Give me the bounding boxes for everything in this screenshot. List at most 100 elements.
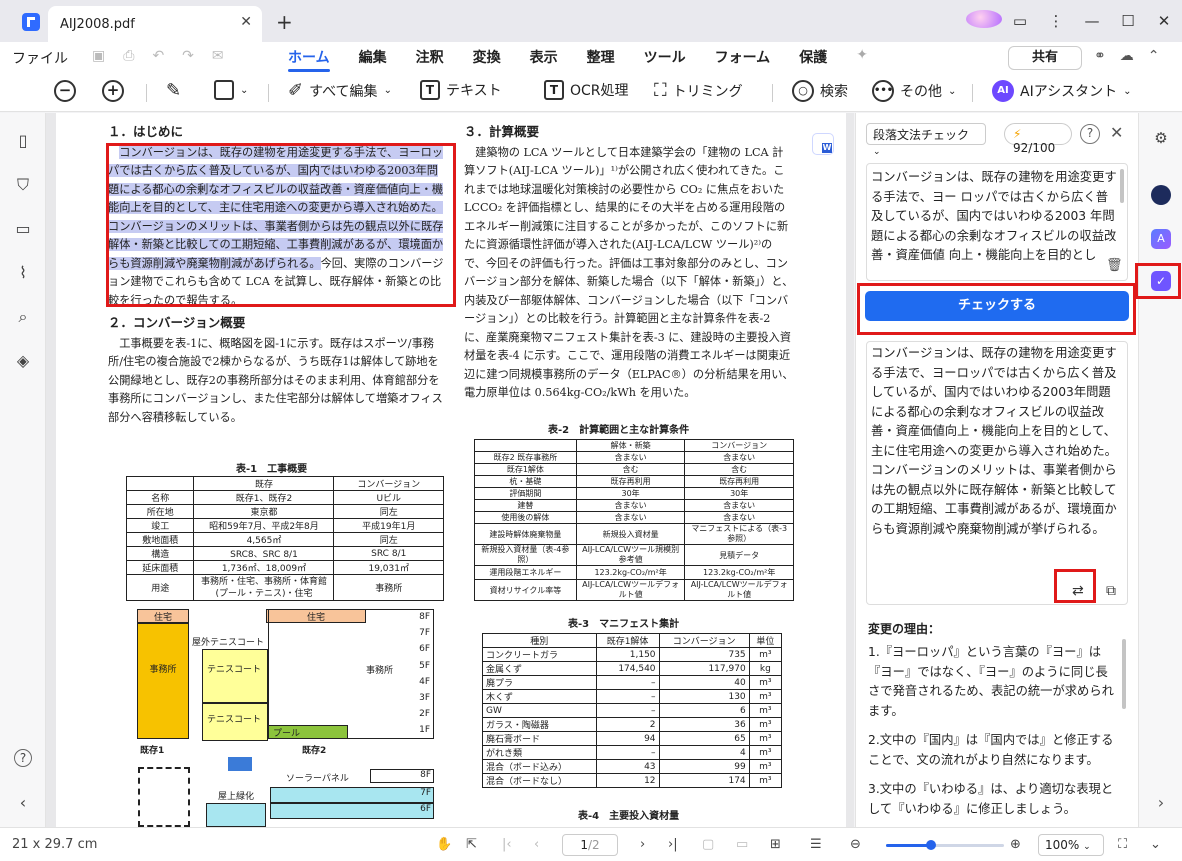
share-button[interactable]: 共有 xyxy=(1008,46,1082,70)
scroll-mode-icon[interactable]: ☰ xyxy=(810,837,822,852)
next-page-icon[interactable]: › xyxy=(640,837,645,852)
input-textarea[interactable]: コンバージョンは、既存の建物を用途変更する手法で、ヨー ロッパでは古くから広く普… xyxy=(866,163,1128,281)
tab-convert[interactable]: 変換 xyxy=(473,47,501,67)
new-tab-icon[interactable]: + xyxy=(276,10,293,34)
more-vertical-icon[interactable]: ⋮ xyxy=(1038,12,1074,30)
tab-close-icon[interactable]: ✕ xyxy=(240,14,252,30)
more-dots-icon: ••• xyxy=(872,80,894,102)
zoom-in-button[interactable]: + xyxy=(102,80,124,102)
page-number-input[interactable]: 1/2 xyxy=(562,834,618,856)
replace-icon[interactable]: ⇄ xyxy=(1072,583,1084,599)
table-3: 種別 既存1解体 コンバージョン 単位 コンクリートガラ 1,150 735 m³ 金属くず… xyxy=(482,633,783,788)
save-icon[interactable]: ▣ xyxy=(92,48,105,64)
prev-page-icon[interactable]: ‹ xyxy=(534,837,539,852)
tab-tools[interactable]: ツール xyxy=(644,47,686,67)
credits-value: 92/100 xyxy=(1013,141,1056,155)
trash-icon[interactable]: 🗑 xyxy=(1106,258,1123,273)
zoom-select[interactable]: 100% ⌄ xyxy=(1038,834,1104,856)
collapse-down-icon[interactable]: ⌄ xyxy=(1150,837,1161,852)
tab-view[interactable]: 表示 xyxy=(530,47,558,67)
tab-home[interactable]: ホーム xyxy=(288,47,330,72)
zoom-out-icon[interactable]: ⊖ xyxy=(850,837,861,852)
expand-up-icon[interactable]: ⌃ xyxy=(1148,48,1160,64)
arrow-down-icon xyxy=(228,757,252,771)
window-close-button[interactable]: ✕ xyxy=(1146,12,1182,30)
copy-icon[interactable]: ⧉ xyxy=(1106,583,1116,599)
check-button[interactable]: チェックする xyxy=(865,291,1129,321)
page-layout-icon[interactable]: ⊞ xyxy=(770,837,781,852)
ai-bot-icon[interactable] xyxy=(1151,185,1171,205)
layers-icon[interactable]: ◈ xyxy=(14,351,32,370)
ai-assistant-button[interactable]: AI AIアシスタント ⌄ xyxy=(992,80,1132,102)
app-logo-icon[interactable] xyxy=(22,13,40,31)
mode-select[interactable]: 段落文法チェック ⌄ xyxy=(866,123,986,157)
print-icon[interactable]: ⎙ xyxy=(123,48,134,64)
help-icon[interactable]: ? xyxy=(1080,124,1100,144)
fullscreen-icon[interactable]: ⛶ xyxy=(1118,837,1127,852)
tab-organize[interactable]: 整理 xyxy=(587,47,615,67)
shape-button[interactable]: ⌄ xyxy=(214,80,248,100)
collapse-left-icon[interactable]: ‹ xyxy=(14,793,32,812)
trim-button[interactable]: ⛶ トリミング xyxy=(654,80,743,101)
bookmark-icon[interactable]: ⛉ xyxy=(14,175,32,194)
fit-width-icon[interactable]: ▭ xyxy=(736,837,748,852)
message-icon[interactable]: ▭ xyxy=(1002,12,1038,30)
zoom-out-button[interactable]: − xyxy=(54,80,76,102)
text-button[interactable]: T テキスト xyxy=(420,80,502,100)
tab-edit[interactable]: 編集 xyxy=(359,47,387,67)
mail-icon[interactable]: ✉ xyxy=(212,48,224,64)
last-page-icon[interactable]: ›| xyxy=(668,837,678,852)
text-icon: T xyxy=(420,80,440,100)
credits-badge: ⚡ 92/100 xyxy=(1004,123,1072,155)
section-3-title: ３．計算概要 xyxy=(464,124,540,139)
search-button[interactable]: ○ 検索 xyxy=(792,80,848,102)
first-page-icon[interactable]: |‹ xyxy=(502,837,512,852)
reasons-scrollbar[interactable] xyxy=(1122,639,1126,709)
tab-annotate[interactable]: 注釈 xyxy=(416,47,444,67)
collapse-right-icon[interactable]: › xyxy=(1151,793,1171,813)
comment-icon[interactable]: ▭ xyxy=(14,219,32,238)
pdf-page[interactable]: １．はじめに コンバージョンは、既存の建物を用途変更する手法で、ヨーロッパでは古… xyxy=(56,113,846,827)
status-bar: 21 x 29.7 cm ✋ ⇱ |‹ ‹ 1/2 › ›| ▢ ▭ ⊞ ☰ ⊖… xyxy=(0,827,1182,861)
section-2-title: ２．コンバージョン概要 xyxy=(108,315,246,330)
minimize-button[interactable]: — xyxy=(1074,12,1110,30)
redo-icon[interactable]: ↷ xyxy=(182,48,194,64)
network-icon[interactable]: ⚭ xyxy=(1094,48,1106,64)
result-textbox[interactable]: コンバージョンは、既存の建物を用途変更する手法で、ヨーロッパでは古くから広く普及… xyxy=(866,341,1128,605)
more-button[interactable]: ••• その他 ⌄ xyxy=(872,80,956,102)
user-avatar[interactable] xyxy=(966,10,1002,32)
fit-page-icon[interactable]: ▢ xyxy=(702,837,714,852)
zoom-in-icon[interactable]: ⊕ xyxy=(1010,837,1021,852)
reason-item: 2.文中の『国内』は『国内では』と修正することで、文の流れがより自然になります。 xyxy=(868,733,1114,767)
table-1-caption: 表-1 工事概要 xyxy=(236,464,308,475)
menu-file[interactable]: ファイル xyxy=(12,48,68,68)
attachment-icon[interactable]: ⌇ xyxy=(14,263,32,282)
tab-form[interactable]: フォーム xyxy=(715,47,771,67)
zoom-slider-knob[interactable] xyxy=(925,840,936,850)
cloud-upload-icon[interactable]: ☁ xyxy=(1120,48,1134,64)
help-icon[interactable]: ? xyxy=(14,749,32,767)
document-canvas[interactable]: １．はじめに コンバージョンは、既存の建物を用途変更する手法で、ヨーロッパでは古… xyxy=(46,113,854,827)
panel-close-icon[interactable]: ✕ xyxy=(1110,123,1123,142)
document-tab[interactable]: AIJ2008.pdf ✕ xyxy=(48,6,262,42)
document-tab-title: AIJ2008.pdf xyxy=(60,16,135,32)
zoom-slider-fill xyxy=(886,844,931,847)
zoom-slider[interactable] xyxy=(886,840,1004,850)
grammar-check-icon[interactable]: ✓ xyxy=(1151,271,1171,291)
page-icon[interactable]: ▯ xyxy=(14,131,32,150)
input-scrollbar[interactable] xyxy=(1120,169,1124,203)
translate-icon[interactable]: A xyxy=(1151,229,1171,249)
zoom-value: 100% xyxy=(1045,838,1080,852)
lightbulb-icon[interactable]: ✦ xyxy=(856,47,868,67)
edit-all-button[interactable]: ✐ すべて編集 ⌄ xyxy=(288,80,392,101)
hand-tool-icon[interactable]: ✋ xyxy=(436,837,452,852)
select-tool-icon[interactable]: ⇱ xyxy=(466,837,477,852)
undo-icon[interactable]: ↶ xyxy=(152,48,164,64)
ocr-button[interactable]: T OCR処理 xyxy=(544,80,629,100)
settings-sliders-icon[interactable]: ⚙ xyxy=(1151,129,1171,149)
word-convert-icon[interactable] xyxy=(812,133,834,155)
highlight-button[interactable]: ✎ xyxy=(166,80,181,101)
search-icon[interactable]: ⌕ xyxy=(14,307,32,326)
tab-protect[interactable]: 保護 xyxy=(799,47,827,67)
maximize-button[interactable]: ☐ xyxy=(1110,12,1146,30)
